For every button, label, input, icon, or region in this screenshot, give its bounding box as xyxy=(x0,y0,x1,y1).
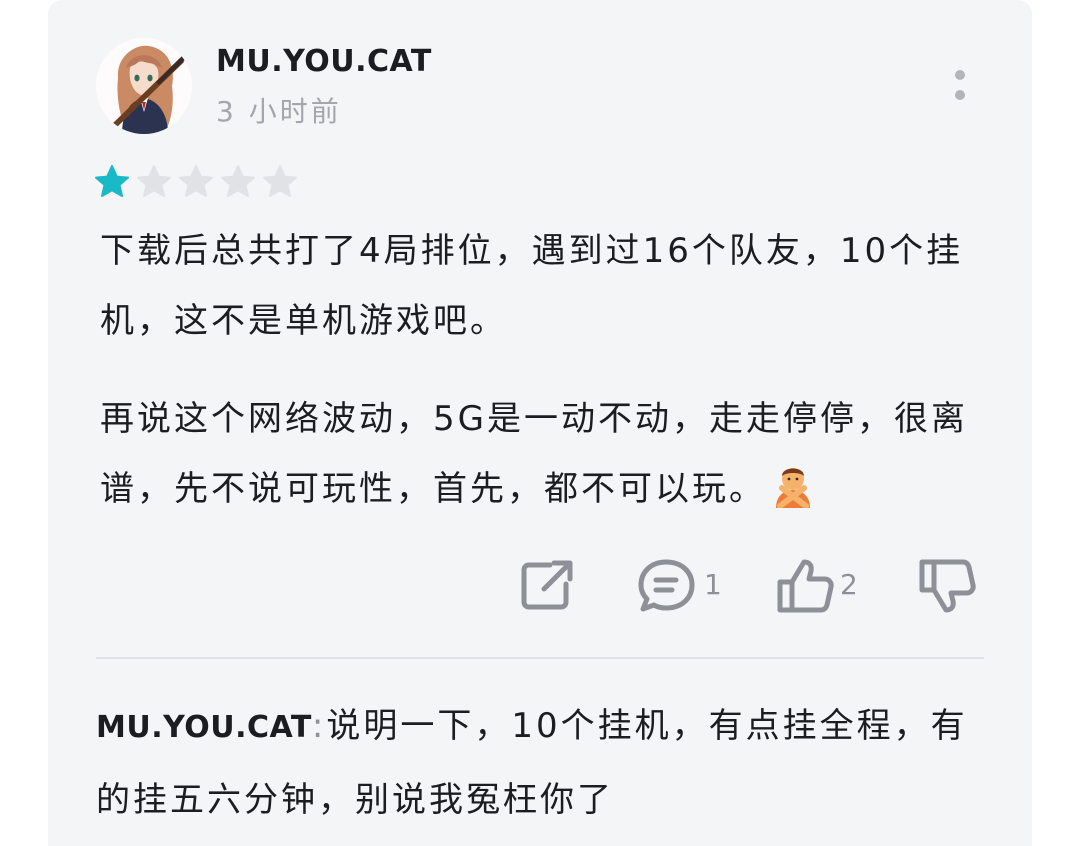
thumbs-down-icon xyxy=(919,559,976,613)
more-dot-icon xyxy=(955,90,965,100)
thumbs-up-icon xyxy=(777,559,834,613)
review-paragraph-text: 再说这个网络波动，5G是一动不动，走走停停，很离谱，先不说可玩性，首先，都不可以… xyxy=(100,399,968,509)
star-empty-icon xyxy=(137,165,171,197)
share-button[interactable] xyxy=(516,556,576,616)
comment-icon xyxy=(638,559,695,612)
star-empty-icon xyxy=(179,165,213,197)
review-timestamp: 3 小时前 xyxy=(216,95,342,128)
like-button[interactable]: 2 xyxy=(776,556,862,616)
review-text: 下载后总共打了4局排位，遇到过16个队友，10个挂机，这不是单机游戏吧。 再说这… xyxy=(100,216,980,524)
divider xyxy=(96,657,984,659)
star-empty-icon xyxy=(263,165,297,197)
review-paragraph: 下载后总共打了4局排位，遇到过16个队友，10个挂机，这不是单机游戏吧。 xyxy=(100,231,964,341)
person-gesturing-no-emoji xyxy=(770,462,816,509)
like-count: 2 xyxy=(840,568,858,601)
dislike-button[interactable] xyxy=(918,556,978,616)
avatar-image xyxy=(96,38,192,134)
comment-button[interactable]: 1 xyxy=(638,556,722,616)
comment-count: 1 xyxy=(704,568,722,601)
review-paragraph: 再说这个网络波动，5G是一动不动，走走停停，很离谱，先不说可玩性，首先，都不可以… xyxy=(100,384,980,524)
avatar[interactable] xyxy=(96,38,192,134)
star-empty-icon xyxy=(221,165,255,197)
reply-comment[interactable]: MU.YOU.CAT:说明一下，10个挂机，有点挂全程，有的挂五六分钟，别说我冤… xyxy=(96,690,976,836)
reply-author[interactable]: MU.YOU.CAT xyxy=(96,710,312,745)
star-filled-icon xyxy=(95,165,129,197)
more-dot-icon xyxy=(955,70,965,80)
reply-separator: : xyxy=(311,706,327,746)
share-icon xyxy=(521,560,573,610)
reviewer-username[interactable]: MU.YOU.CAT xyxy=(216,44,432,79)
more-options-button[interactable] xyxy=(944,66,976,106)
